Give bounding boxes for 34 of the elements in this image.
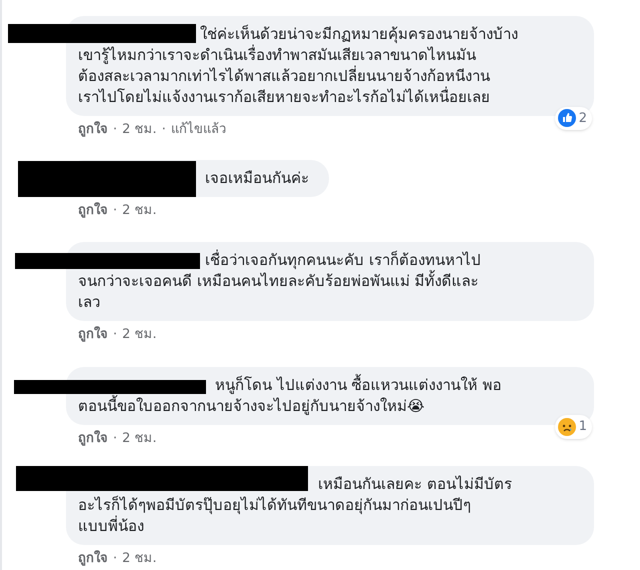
like-link[interactable]: ถูกใจ (78, 325, 108, 344)
comment-line: เขารู้ไหมกว่าเราจะดำเนินเรื่องทำพาสมันเสียเวลาขนาดไหนมัน (78, 45, 476, 66)
reaction-count[interactable]: 2 (554, 106, 592, 130)
separator: · (113, 326, 118, 344)
comment-line: เราไปโดยไม่แจ้งงานเราก้อเสียหายจะทำอะไรก้อไม่ได้เหนื่อยเลย (78, 87, 490, 108)
comment-line: เชื่อว่าเจอกันทุกคนนะคับ เราก็ต้องทนหาไป (205, 250, 481, 270)
comment-line: เลว (78, 292, 100, 313)
separator: · (113, 202, 118, 220)
comment-line: หนูก็โดน ไปแต่งงาน ซื้อแหวนแต่งงานให้ พอ (215, 374, 502, 394)
separator: · (113, 430, 118, 448)
thumbs-up-icon (558, 109, 576, 128)
timestamp: 2 ชม. (122, 121, 157, 139)
comment-line: ตอนนี้ขอใบออกจากนายจ้างจะไปอยู่กับนายจ้างใหม่😭 (78, 396, 425, 416)
comment-line: เจอเหมือนกันค่ะ (205, 168, 309, 188)
separator: · (113, 550, 118, 568)
edited-label: แก้ไขแล้ว (170, 120, 226, 139)
like-link[interactable]: ถูกใจ (78, 120, 108, 140)
like-link[interactable]: ถูกใจ (78, 200, 108, 220)
timestamp: 2 ชม. (122, 430, 157, 448)
comment-line: เหมือนกันเลยคะ ตอนไม่มีบัตร (318, 474, 512, 495)
like-link[interactable]: ถูกใจ (78, 428, 108, 448)
separator: · (162, 121, 166, 139)
comment-line: ใช่ค่ะเห็นด้วยน่าจะมีกฏหมายคุ้มครองนายจ้างบ้าง (200, 24, 518, 44)
separator: · (113, 121, 118, 139)
timestamp: 2 ชม. (122, 202, 157, 220)
reaction-count[interactable]: 1 (554, 415, 592, 438)
comment-line: ต้องสละเวลามากเท่าไรได้พาสแล้วอยากเปลี่ยนนายจ้างก้อหนีงาน (78, 66, 490, 86)
comment-line: จนกว่าจะเจอคนดี เหมือนคนไทยละคับร้อยพ่อพันแม่ มีทั้งดีและ (78, 271, 479, 292)
sad-face-icon (558, 418, 576, 436)
timestamp: 2 ชม. (122, 326, 157, 344)
like-link[interactable]: ถูกใจ (78, 549, 108, 568)
comment-line: อะไรก็ได้ๆพอมีบัตรปุ๊บอยุไม่ได้ทันทีขนาดอยุ่กันมาก่อนเปนปีๆ (78, 495, 471, 516)
comment-line: แบบพี่น้อง (78, 516, 144, 537)
timestamp: 2 ชม. (122, 550, 157, 568)
